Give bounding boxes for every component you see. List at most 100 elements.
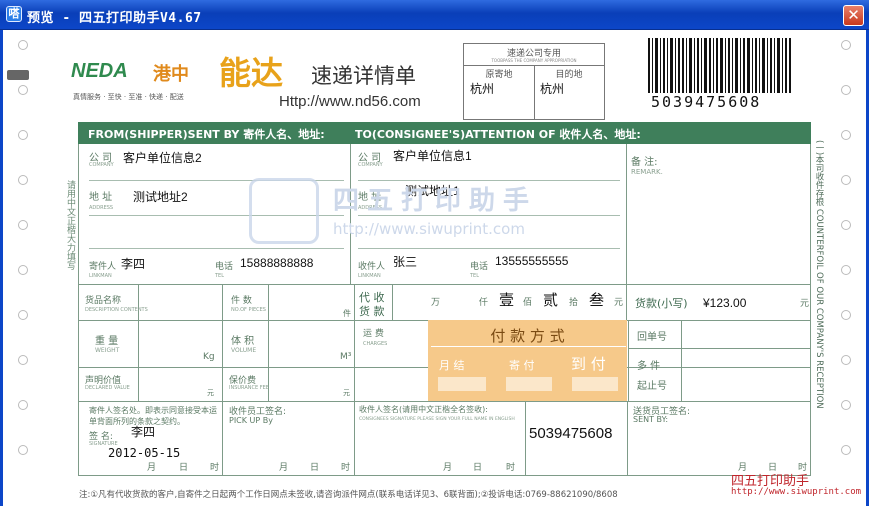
dest-label: 目的地 [555, 70, 583, 80]
consignee-day: 日 [473, 463, 483, 473]
delivery-sign-en: SENT BY: [633, 415, 669, 424]
company-box: 速递公司专用 TOOBPASS THE COMPANY APPROPRIATIO… [463, 43, 605, 120]
left-side-note: 请用中文正楷大力填写 [65, 180, 75, 270]
brand-name: NEDA [71, 60, 128, 82]
sender-address-label: 地 址 [89, 192, 113, 203]
amount-word-1: 壹 [499, 291, 515, 309]
sender-address-en: ADDRESS [89, 205, 114, 211]
sender-company-en: COMPANY [89, 162, 114, 168]
amount-word-2: 贰 [543, 291, 559, 309]
remark-label: 备 注: [631, 157, 658, 168]
multi-piece-label: 多 件 [637, 361, 661, 372]
app-icon: 嗒 [6, 6, 22, 22]
pickup-day: 日 [310, 463, 320, 473]
from-header: FROM(SHIPPER)SENT BY 寄件人名、地址: [88, 128, 325, 141]
right-side-note: (一)本司收件存根 COUNTERFOIL OF OUR COMPANY'S R… [814, 140, 824, 409]
return-no-label: 回单号 [637, 332, 667, 343]
bottom-barcode-number: 5039475608 [529, 425, 613, 442]
insurance-en: INSURANCE FEE [229, 385, 269, 391]
product-title: 速递详情单 [311, 64, 416, 88]
cod-amount-unit: 元 [800, 299, 810, 309]
sender-address-value: 测试地址2 [133, 190, 188, 204]
sender-phone-label: 电话 [215, 262, 234, 272]
payment-title: 付 款 方 式 [490, 327, 565, 345]
sender-name-value: 李四 [121, 257, 146, 271]
window-titlebar: 嗒 预览 - 四五打印助手V4.67 ✕ [0, 0, 869, 30]
payment-option-sender: 寄 付 [509, 359, 535, 372]
receiver-company-en: COMPANY [358, 162, 383, 168]
sender-name-en: LINKMAN [89, 273, 112, 279]
weight-en: WEIGHT [95, 347, 120, 354]
insurance-unit: 元 [343, 389, 350, 397]
amount-word-3: 叁 [589, 291, 605, 309]
weight-unit: Kg [203, 352, 215, 362]
sender-sign-value: 李四 [131, 425, 156, 439]
consignee-sign-label: 收件人签名(请用中文正楷全名签收): [359, 405, 488, 414]
fee-en: CHARGES [363, 341, 388, 347]
pickup-month: 月 [279, 463, 289, 473]
brand-nengda: 能达 [219, 54, 284, 92]
payment-option-collect: 到 付 [571, 355, 606, 373]
origin-label: 原寄地 [485, 70, 513, 80]
close-button[interactable]: ✕ [843, 5, 864, 26]
watermark-text: 四五打印助手 [333, 186, 538, 216]
pieces-label: 件 数 [231, 296, 252, 306]
consignee-sign-en: CONSIGNEES SIGNATURE PLEASE SIGN YOUR FU… [359, 417, 515, 422]
unit-bai: 佰 [523, 298, 533, 308]
sender-name-label: 寄件人 [89, 262, 117, 272]
payment-option-monthly: 月 结 [439, 359, 465, 372]
collect-checkbox[interactable] [572, 377, 618, 391]
logo: NEDA 港中 能达 速递详情单 真情服务 · 至快 · 至准 · 快递 · 配… [71, 52, 451, 112]
brand-name-cn: 港中 [153, 64, 189, 85]
website-url: Http://www.nd56.com [279, 93, 421, 110]
fee-label: 运 费 [363, 329, 384, 339]
declared-en: DECLARED VALUE [85, 385, 130, 391]
window-title: 预览 - 四五打印助手V4.67 [27, 11, 202, 26]
footer-note: 注:①凡有代收货款的客户,自寄件之日起两个工作日网点未签收,请咨询派件网点(联系… [79, 490, 618, 500]
sender-month: 月 [147, 463, 157, 473]
unit-qian: 仟 [479, 298, 489, 308]
unit-shi: 拾 [569, 298, 579, 308]
range-no-label: 起止号 [637, 381, 667, 392]
monthly-checkbox[interactable] [438, 377, 486, 391]
page-marker [7, 70, 29, 80]
volume-en: VOLUME [231, 347, 257, 354]
volume-label: 体 积 [231, 336, 255, 347]
sender-phone-en: TEL [215, 273, 224, 279]
receiver-name-value: 张三 [393, 255, 418, 269]
watermark-logo-icon [249, 178, 319, 244]
sender-date: 2012-05-15 [108, 446, 181, 460]
preview-area: NEDA 港中 能达 速递详情单 真情服务 · 至快 · 至准 · 快递 · 配… [0, 30, 869, 506]
cod-amount-label: 货款(小写) [635, 297, 688, 310]
sender-company-value: 客户单位信息2 [123, 151, 202, 165]
receiver-phone-value: 13555555555 [495, 254, 569, 268]
cod-label-2: 货 款 [359, 305, 385, 318]
pickup-hour: 时 [341, 463, 351, 473]
barcode-number: 5039475608 [651, 93, 762, 111]
origin-value: 杭州 [470, 82, 495, 96]
sender-pay-checkbox[interactable] [506, 377, 552, 391]
to-header: TO(CONSIGNEE'S)ATTENTION OF 收件人名、地址: [355, 128, 641, 141]
unit-yuan: 元 [614, 298, 624, 308]
barcode-bars [648, 38, 791, 93]
sender-hour: 时 [210, 463, 220, 473]
stamp-url: http://www.siwuprint.com [731, 487, 862, 497]
declared-unit: 元 [207, 389, 214, 397]
sender-day: 日 [179, 463, 189, 473]
cod-amount-value: ¥123.00 [703, 296, 747, 310]
receiver-company-value: 客户单位信息1 [393, 149, 472, 163]
pieces-unit: 件 [343, 309, 351, 318]
barcode [648, 38, 793, 94]
consignee-hour: 时 [506, 463, 516, 473]
company-box-title-en: TOOBPASS THE COMPANY APPROPRIATION [491, 58, 577, 63]
volume-unit: M³ [340, 352, 352, 362]
receiver-phone-label: 电话 [470, 262, 489, 272]
consignee-month: 月 [443, 463, 453, 473]
dest-value: 杭州 [540, 82, 565, 96]
pieces-en: NO.OF PIECES [231, 307, 266, 313]
goods-name-en: DESCRIPTION CONTENTS [85, 307, 148, 313]
pickup-sign-en: PICK UP By [229, 416, 274, 425]
watermark-url: http://www.siwuprint.com [333, 220, 525, 238]
unit-wan: 万 [431, 298, 441, 308]
remark-en: REMARK. [631, 168, 663, 176]
